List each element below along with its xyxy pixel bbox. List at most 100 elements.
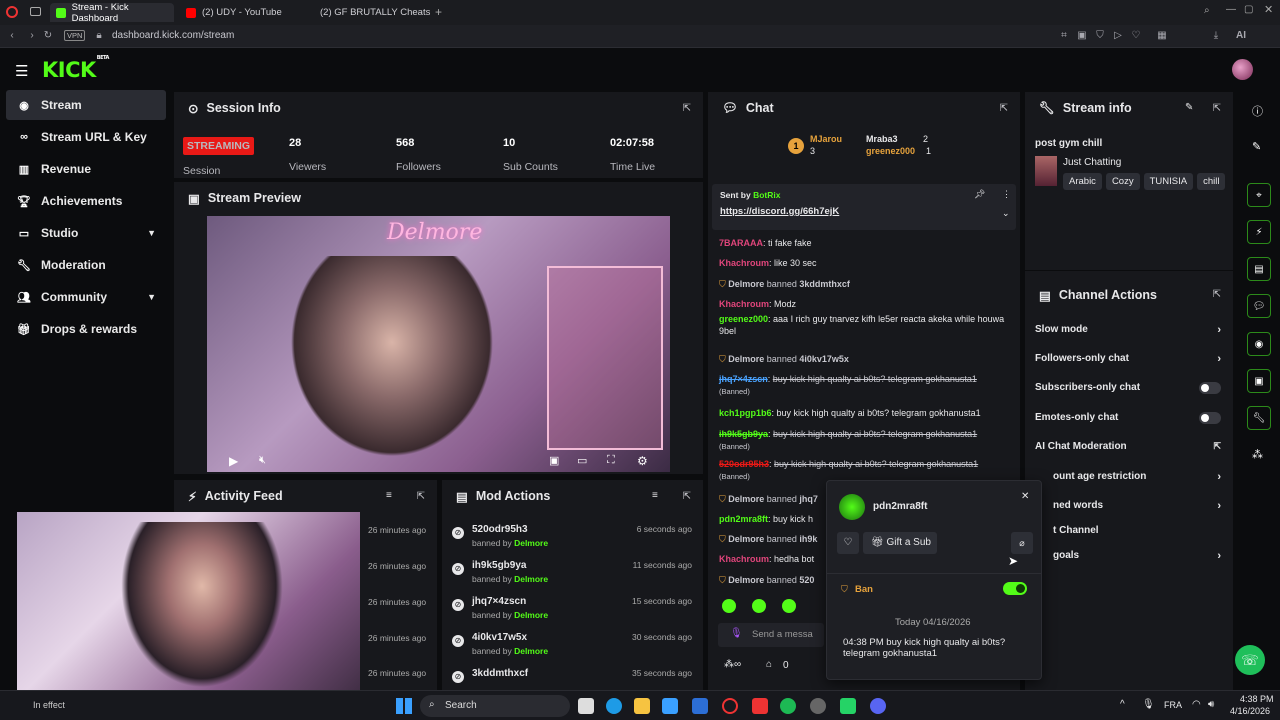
popout-icon[interactable]: ⇱ bbox=[1000, 103, 1008, 114]
reload-icon[interactable]: ↻ bbox=[42, 30, 54, 42]
minimize-icon[interactable]: — bbox=[1226, 4, 1236, 15]
chat-message[interactable]: 7BARAAA: ti fake fake bbox=[719, 237, 1009, 249]
youtube-icon[interactable] bbox=[752, 698, 768, 714]
gift-sub-button[interactable]: 🎁︎ Gift a Sub bbox=[863, 532, 937, 554]
folder-icon[interactable] bbox=[634, 698, 650, 714]
tab-kick-dashboard[interactable]: Stream - Kick Dashboard bbox=[50, 2, 174, 24]
chat-username[interactable]: jhq7×4zscn bbox=[719, 374, 768, 384]
workspace-icon[interactable] bbox=[30, 7, 41, 16]
chat-username[interactable]: ih9k5gb9ya bbox=[719, 429, 768, 439]
edge-icon[interactable] bbox=[606, 698, 622, 714]
chat-target[interactable]: 520 bbox=[799, 575, 814, 585]
sidebar-item-community[interactable]: 👥︎ Community ▼ bbox=[6, 282, 166, 312]
chat-message[interactable]: greenez000: aaa I rich guy tnarvez kifh … bbox=[719, 313, 1009, 337]
theater-icon[interactable]: ▭ bbox=[577, 454, 587, 467]
settings-icon[interactable]: ⚙︎ bbox=[637, 454, 648, 468]
sidebar-item-revenue[interactable]: ▥ Revenue bbox=[6, 154, 166, 184]
chat-username[interactable]: pdn2mra8ft bbox=[719, 514, 768, 524]
chat-username[interactable]: Delmore bbox=[728, 279, 764, 289]
popout-icon[interactable]: ⇱ bbox=[417, 491, 425, 502]
chat-message[interactable]: Khachroum: like 30 sec bbox=[719, 257, 1009, 269]
chat-username[interactable]: greenez000 bbox=[719, 314, 768, 324]
category-name[interactable]: Just Chatting bbox=[1063, 157, 1121, 168]
chat-username[interactable]: 7BARAAA bbox=[719, 238, 763, 248]
chat-username[interactable]: kch1pgp1b6 bbox=[719, 408, 772, 418]
fullscreen-icon[interactable]: ⛶ bbox=[607, 454, 615, 467]
new-tab-icon[interactable]: + bbox=[435, 5, 442, 19]
tag[interactable]: TUNISIA bbox=[1143, 173, 1194, 190]
chat-message[interactable]: Khachroum: Modz bbox=[719, 298, 1009, 310]
pin-icon[interactable]: 📌︎ bbox=[974, 189, 985, 200]
clock-time[interactable]: 4:38 PM bbox=[1240, 694, 1274, 704]
chat-username[interactable]: 520odr95h3 bbox=[719, 459, 769, 469]
filter-icon[interactable]: ≡ bbox=[386, 490, 392, 501]
action-subscribers-only[interactable]: Subscribers-only chat bbox=[1035, 382, 1225, 394]
emote-icon[interactable] bbox=[722, 599, 736, 613]
chat-username[interactable]: Khachroum bbox=[719, 299, 769, 309]
chat-message[interactable]: kch1pgp1b6: buy kick high qualty ai b0ts… bbox=[719, 407, 1009, 419]
mod-action-row[interactable]: ⊘ 3kddmthxcf 35 seconds ago bbox=[442, 668, 704, 690]
action-emotes-only[interactable]: Emotes-only chat bbox=[1035, 412, 1225, 424]
info-icon[interactable]: ⓘ bbox=[1252, 103, 1263, 119]
chat-target[interactable]: ih9k bbox=[799, 534, 817, 544]
chat-username[interactable]: Delmore bbox=[728, 494, 764, 504]
popout-icon[interactable]: ⇱ bbox=[683, 491, 691, 502]
forward-icon[interactable]: › bbox=[26, 30, 38, 42]
tag[interactable]: Cozy bbox=[1105, 173, 1140, 190]
filter-icon[interactable]: ≡ bbox=[652, 490, 658, 501]
whatsapp-icon[interactable] bbox=[840, 698, 856, 714]
pencil-icon[interactable]: ✎ bbox=[1252, 140, 1261, 153]
sidebar-item-stream[interactable]: ◉ Stream bbox=[6, 90, 166, 120]
rail-target-icon[interactable]: ⌖ bbox=[1247, 183, 1271, 207]
file-explorer-icon[interactable] bbox=[578, 698, 594, 714]
store-icon[interactable] bbox=[662, 698, 678, 714]
volume-icon[interactable]: 🔊︎ bbox=[1208, 699, 1214, 710]
pip-icon[interactable]: ▣ bbox=[549, 454, 559, 467]
webcam-overlay[interactable] bbox=[17, 512, 360, 705]
chat-username[interactable]: Delmore bbox=[728, 575, 764, 585]
chat-message[interactable]: ⛉ Delmore banned 520 bbox=[719, 574, 825, 586]
chat-username[interactable]: Khachroum bbox=[719, 258, 769, 268]
chat-message[interactable]: ih9k5gb9ya: buy kick high qualty ai b0ts… bbox=[719, 428, 1009, 453]
mod-action-row[interactable]: ⊘ jhq7×4zscn banned by Delmore 15 seconds a… bbox=[442, 596, 704, 630]
tab-youtube-udy[interactable]: (2) UDY - YouTube bbox=[180, 3, 304, 22]
tab-youtube-gf[interactable]: (2) GF BRUTALLY Cheats c bbox=[308, 3, 430, 22]
mod-action-row[interactable]: ⊘ 520odr95h3 banned by Delmore 6 seconds ag… bbox=[442, 524, 704, 558]
sidebar-item-studio[interactable]: ▭ Studio ▼ bbox=[6, 218, 166, 248]
bookmark-icon[interactable]: ⌗ bbox=[1058, 30, 1070, 42]
mic-icon[interactable]: 🎙︎ bbox=[730, 628, 743, 639]
action-account-age[interactable]: ount age restriction › bbox=[1053, 471, 1225, 483]
chat-input[interactable]: 🎙︎ Send a messa bbox=[718, 623, 824, 647]
popout-icon[interactable]: ⇱ bbox=[1213, 289, 1221, 300]
pinned-message[interactable]: Sent by BotRix 📌︎ ⋮ https://discord.gg/6… bbox=[712, 184, 1016, 230]
pinned-link[interactable]: https://discord.gg/66h7ejK bbox=[720, 206, 839, 217]
heart-icon[interactable]: ♡ bbox=[1130, 30, 1142, 42]
chat-username[interactable]: Delmore bbox=[728, 354, 764, 364]
mute-icon[interactable]: 🔇︎ bbox=[259, 454, 266, 467]
chat-message[interactable]: ⛉ Delmore banned 4i0kv17w5x bbox=[719, 353, 1009, 365]
close-icon[interactable]: ✕ bbox=[1021, 491, 1029, 502]
snapshot-icon[interactable]: ▣ bbox=[1076, 30, 1088, 42]
opera-icon[interactable] bbox=[6, 6, 18, 18]
follow-heart-button[interactable]: ♡ bbox=[837, 532, 859, 554]
chat-username[interactable]: Delmore bbox=[728, 534, 764, 544]
rail-chat-icon[interactable]: 💬︎ bbox=[1247, 294, 1271, 318]
taskbar-search[interactable]: ⌕ Search bbox=[420, 695, 570, 717]
popout-icon[interactable]: ⇱ bbox=[1213, 103, 1221, 114]
action-ai-moderation[interactable]: AI Chat Moderation ⇱ bbox=[1035, 441, 1225, 452]
language-indicator[interactable]: FRA bbox=[1164, 700, 1182, 710]
menu-icon[interactable]: ☰ bbox=[15, 62, 28, 80]
mod-action-row[interactable]: ⊘ ih9k5gb9ya banned by Delmore 11 seconds a… bbox=[442, 560, 704, 594]
chat-message[interactable]: jhq7×4zscn: buy kick high qualty ai b0ts… bbox=[719, 373, 1009, 398]
clock-date[interactable]: 4/16/2026 bbox=[1230, 706, 1270, 716]
avatar[interactable] bbox=[1232, 59, 1253, 80]
mod-action-row[interactable]: ⊘ 4i0kv17w5x banned by Delmore 30 seconds a… bbox=[442, 632, 704, 666]
action-goals[interactable]: goals › bbox=[1053, 550, 1225, 562]
sidebar-item-achievements[interactable]: 🏆︎ Achievements bbox=[6, 186, 166, 216]
rail-lightning-icon[interactable]: ⚡︎ bbox=[1247, 220, 1271, 244]
search-tabs-icon[interactable]: ⌕ bbox=[1204, 5, 1210, 16]
chat-target[interactable]: jhq7 bbox=[799, 494, 818, 504]
chat-message[interactable]: ⛉ Delmore banned ih9k bbox=[719, 533, 825, 545]
wifi-icon[interactable]: ◠ bbox=[1192, 699, 1201, 710]
spotify-icon[interactable] bbox=[780, 698, 796, 714]
